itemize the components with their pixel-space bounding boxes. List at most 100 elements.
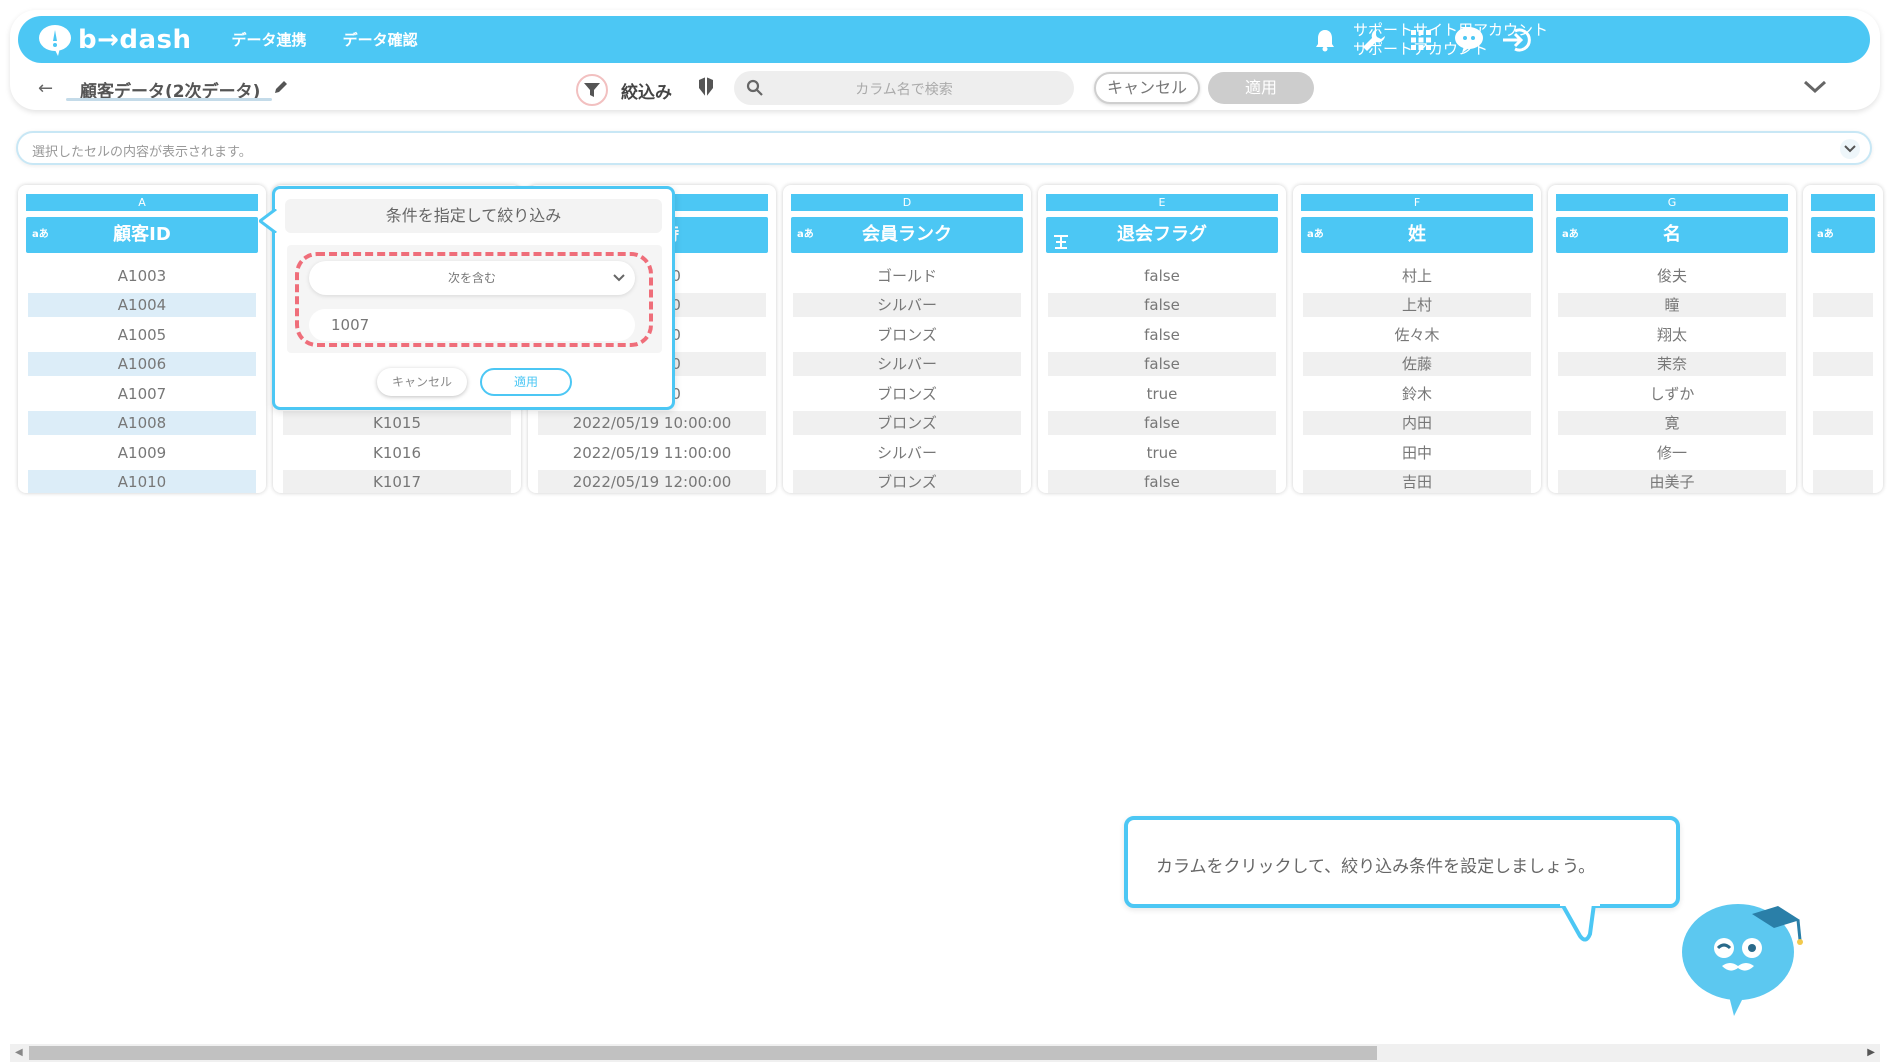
table-cell[interactable]: 茉奈: [1558, 352, 1786, 376]
column-header[interactable]: aあ 顧客ID: [26, 217, 258, 253]
column-search[interactable]: カラム名で検索: [734, 71, 1074, 105]
logo[interactable]: b→dash: [38, 24, 192, 56]
table-cell[interactable]: true: [1048, 441, 1276, 465]
column-header[interactable]: aあ 会員ランク: [791, 217, 1023, 253]
table-cell[interactable]: A1003: [28, 264, 256, 288]
table-cell[interactable]: 吉田: [1303, 470, 1531, 493]
table-cell[interactable]: 由美子: [1558, 470, 1786, 493]
column-letter[interactable]: G: [1556, 194, 1788, 211]
table-cell[interactable]: false: [1048, 264, 1276, 288]
table-cell[interactable]: K1017: [283, 470, 511, 493]
table-cell[interactable]: [1813, 323, 1873, 347]
table-cell[interactable]: A1007: [28, 382, 256, 406]
pencil-icon[interactable]: [273, 79, 289, 99]
table-cell[interactable]: 鈴木: [1303, 382, 1531, 406]
table-cell[interactable]: true: [1048, 382, 1276, 406]
toolbar-apply-button[interactable]: 適用: [1208, 72, 1314, 104]
horizontal-scrollbar[interactable]: ◀ ▶: [10, 1044, 1880, 1062]
table-cell[interactable]: シルバー: [793, 441, 1021, 465]
table-cell[interactable]: 翔太: [1558, 323, 1786, 347]
table-cell[interactable]: 佐々木: [1303, 323, 1531, 347]
table-cell[interactable]: 村上: [1303, 264, 1531, 288]
table-cell[interactable]: false: [1048, 352, 1276, 376]
chevron-down-icon: [613, 261, 625, 308]
column-letter[interactable]: A: [26, 194, 258, 211]
column-d[interactable]: Daあ 会員ランク ゴールド シルバー ブロンズ シルバー ブロンズ ブロンズ シルバー ブロンズ: [783, 185, 1031, 493]
table-cell[interactable]: 田中: [1303, 441, 1531, 465]
column-a[interactable]: Aaあ 顧客ID A1003 A1004 A1005 A1006 A1007 A1008 A10…: [18, 185, 266, 493]
table-cell[interactable]: [1813, 382, 1873, 406]
table-cell[interactable]: false: [1048, 411, 1276, 435]
table-cell[interactable]: [1813, 411, 1873, 435]
column-header[interactable]: 退会フラグ: [1046, 217, 1278, 253]
table-cell[interactable]: false: [1048, 470, 1276, 493]
table-cell[interactable]: false: [1048, 293, 1276, 317]
popup-cancel-button[interactable]: キャンセル: [377, 368, 467, 396]
table-cell[interactable]: 内田: [1303, 411, 1531, 435]
scrollbar-thumb[interactable]: [29, 1046, 1377, 1060]
table-cell[interactable]: A1010: [28, 470, 256, 493]
cell-content-bar[interactable]: 選択したセルの内容が表示されます。: [16, 131, 1872, 165]
logout-icon[interactable]: [1501, 25, 1531, 55]
popup-apply-button[interactable]: 適用: [480, 368, 572, 396]
table-cell[interactable]: シルバー: [793, 293, 1021, 317]
filter-label[interactable]: 絞込み: [621, 78, 672, 103]
table-cell[interactable]: [1813, 470, 1873, 493]
table-cell[interactable]: 佐藤: [1303, 352, 1531, 376]
filter-icon[interactable]: [576, 74, 608, 106]
chevron-down-icon[interactable]: [1802, 79, 1828, 99]
table-cell[interactable]: [1813, 293, 1873, 317]
nav-data-integration[interactable]: データ連携: [232, 29, 307, 50]
table-cell[interactable]: A1005: [28, 323, 256, 347]
table-cell[interactable]: K1016: [283, 441, 511, 465]
column-f[interactable]: Faあ 姓村上上村佐々木佐藤鈴木内田田中吉田: [1293, 185, 1541, 493]
table-cell[interactable]: [1813, 352, 1873, 376]
table-cell[interactable]: ブロンズ: [793, 382, 1021, 406]
bell-icon[interactable]: [1310, 25, 1340, 55]
table-cell[interactable]: 俊夫: [1558, 264, 1786, 288]
table-cell[interactable]: K1015: [283, 411, 511, 435]
table-cell[interactable]: しずか: [1558, 382, 1786, 406]
table-cell[interactable]: 2022/05/19 11:00:00: [538, 441, 766, 465]
column-letter[interactable]: [1811, 194, 1875, 211]
scroll-right-arrow-icon[interactable]: ▶: [1867, 1047, 1875, 1058]
column-letter[interactable]: E: [1046, 194, 1278, 211]
table-cell[interactable]: 2022/05/19 12:00:00: [538, 470, 766, 493]
nav-data-check[interactable]: データ確認: [343, 29, 418, 50]
table-cell[interactable]: A1008: [28, 411, 256, 435]
condition-select[interactable]: 次を含む: [309, 261, 635, 295]
grid-apps-icon[interactable]: [1406, 25, 1436, 55]
column-letter[interactable]: D: [791, 194, 1023, 211]
table-cell[interactable]: 寛: [1558, 411, 1786, 435]
table-cell[interactable]: 修一: [1558, 441, 1786, 465]
column-g[interactable]: Gaあ 名俊夫瞳翔太茉奈しずか寛修一由美子: [1548, 185, 1796, 493]
table-cell[interactable]: false: [1048, 323, 1276, 347]
eraser-icon[interactable]: [696, 76, 716, 102]
table-cell[interactable]: シルバー: [793, 352, 1021, 376]
table-cell[interactable]: ゴールド: [793, 264, 1021, 288]
scroll-left-arrow-icon[interactable]: ◀: [15, 1047, 23, 1058]
column-letter[interactable]: F: [1301, 194, 1533, 211]
column-header[interactable]: aあ: [1811, 217, 1875, 253]
chat-icon[interactable]: [1454, 25, 1484, 55]
table-cell[interactable]: A1006: [28, 352, 256, 376]
table-cell[interactable]: 瞳: [1558, 293, 1786, 317]
column-e[interactable]: E 退会フラグ false false false false true false true f…: [1038, 185, 1286, 493]
column-h[interactable]: aあ: [1803, 185, 1883, 493]
table-cell[interactable]: A1004: [28, 293, 256, 317]
wrench-icon[interactable]: [1359, 25, 1389, 55]
table-cell[interactable]: ブロンズ: [793, 411, 1021, 435]
table-cell[interactable]: 2022/05/19 10:00:00: [538, 411, 766, 435]
table-cell[interactable]: [1813, 264, 1873, 288]
column-header[interactable]: aあ 姓: [1301, 217, 1533, 253]
table-cell[interactable]: 上村: [1303, 293, 1531, 317]
toolbar-cancel-button[interactable]: キャンセル: [1094, 72, 1200, 104]
column-header[interactable]: aあ 名: [1556, 217, 1788, 253]
table-cell[interactable]: ブロンズ: [793, 323, 1021, 347]
table-cell[interactable]: [1813, 441, 1873, 465]
table-cell[interactable]: ブロンズ: [793, 470, 1021, 493]
expand-chevron-icon[interactable]: [1840, 139, 1860, 159]
filter-value-input[interactable]: 1007: [309, 309, 635, 341]
back-arrow-icon[interactable]: ←: [38, 78, 53, 99]
table-cell[interactable]: A1009: [28, 441, 256, 465]
